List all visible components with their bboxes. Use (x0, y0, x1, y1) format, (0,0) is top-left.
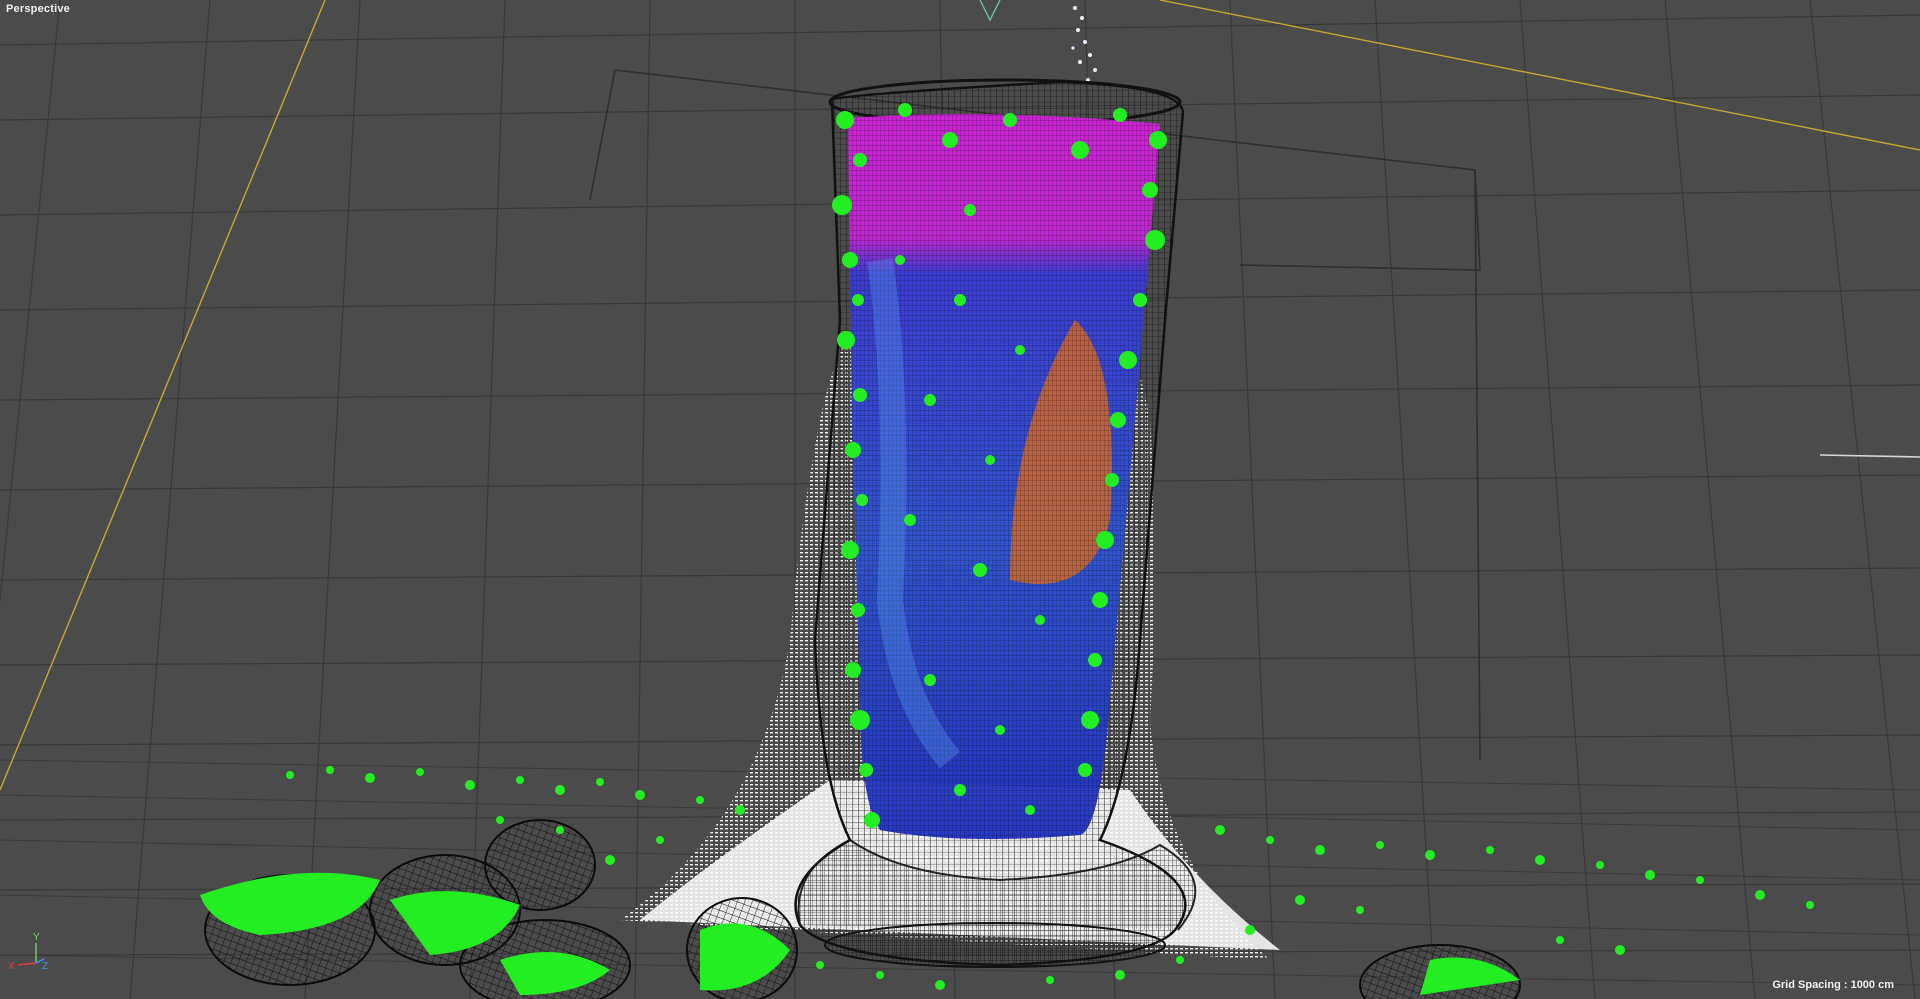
grid-spacing-label: Grid Spacing : 1000 cm (1772, 979, 1894, 991)
scene-canvas[interactable] (0, 0, 1920, 999)
x-axis-line (17, 962, 37, 966)
viewport-perspective[interactable]: Perspective Y X Z Grid Spacing : 1000 cm (0, 0, 1920, 999)
y-axis-label: Y (33, 932, 40, 943)
viewport-label[interactable]: Perspective (6, 3, 70, 15)
emitter-icon (979, 0, 1001, 22)
z-axis-label: Z (42, 961, 48, 972)
axis-gizmo: Y X Z (8, 932, 48, 972)
x-axis-label: X (8, 961, 15, 972)
emitter-stream (1071, 6, 1097, 82)
